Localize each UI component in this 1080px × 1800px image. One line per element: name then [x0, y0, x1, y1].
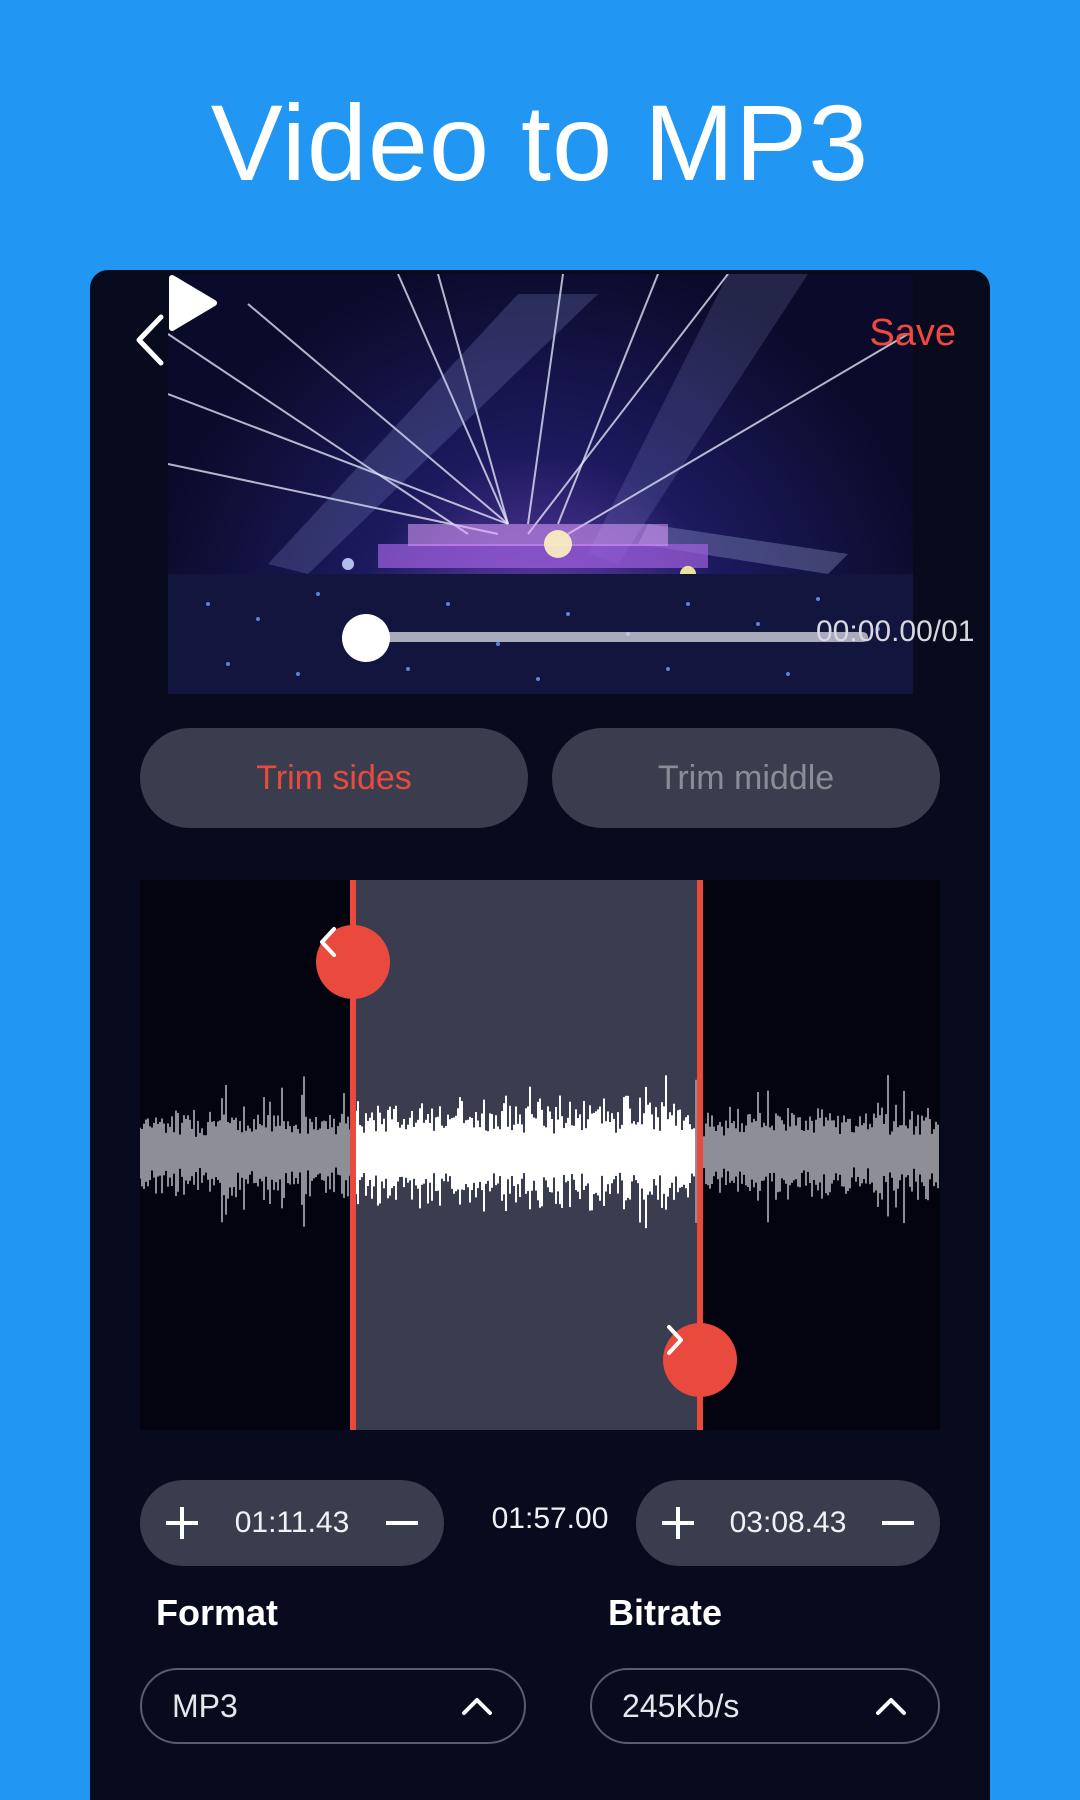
chevron-right-icon	[667, 1325, 683, 1355]
trim-start-time[interactable]: 01:11.43	[235, 1506, 350, 1540]
start-plus-button[interactable]	[162, 1503, 202, 1543]
end-plus-button[interactable]	[658, 1503, 698, 1543]
trim-duration: 01:57.00	[491, 1502, 609, 1535]
video-preview[interactable]	[168, 274, 913, 694]
minus-icon	[386, 1521, 418, 1525]
chevron-up-icon	[462, 1698, 492, 1715]
page-headline: Video to MP3	[210, 82, 870, 203]
trim-end-time[interactable]: 03:08.43	[730, 1506, 847, 1540]
save-button[interactable]: Save	[869, 312, 956, 355]
trim-start-control: 01:11.43	[140, 1480, 444, 1566]
plus-icon	[166, 1507, 198, 1539]
trim-end-handle[interactable]	[663, 1323, 737, 1397]
plus-icon	[662, 1507, 694, 1539]
tab-trim-sides[interactable]: Trim sides	[140, 728, 528, 828]
bitrate-select[interactable]: 245Kb/s	[590, 1668, 940, 1744]
tab-trim-middle[interactable]: Trim middle	[552, 728, 940, 828]
app-screen: 00:00.00/01 Save Trim sides Trim middle	[90, 270, 990, 1800]
chevron-left-icon	[136, 314, 164, 366]
playback-scrubber-knob[interactable]	[342, 614, 390, 662]
chevron-left-icon	[320, 927, 336, 957]
trim-end-control: 03:08.43	[636, 1480, 940, 1566]
format-select[interactable]: MP3	[140, 1668, 526, 1744]
chevron-up-icon	[876, 1698, 906, 1715]
format-value: MP3	[172, 1687, 238, 1724]
trim-start-handle[interactable]	[316, 925, 390, 999]
playback-time-readout: 00:00.00/01	[816, 615, 975, 648]
waveform-editor[interactable]	[140, 880, 940, 1430]
back-button[interactable]	[130, 310, 170, 370]
concert-scene	[168, 274, 913, 694]
bitrate-label: Bitrate	[608, 1592, 723, 1633]
format-label: Format	[156, 1592, 279, 1633]
bitrate-value: 245Kb/s	[622, 1687, 740, 1724]
play-icon[interactable]	[168, 274, 218, 332]
end-minus-button[interactable]	[878, 1503, 918, 1543]
start-minus-button[interactable]	[382, 1503, 422, 1543]
minus-icon	[882, 1521, 914, 1525]
audio-waveform	[140, 1075, 939, 1229]
playback-progress-track[interactable]	[368, 632, 868, 642]
